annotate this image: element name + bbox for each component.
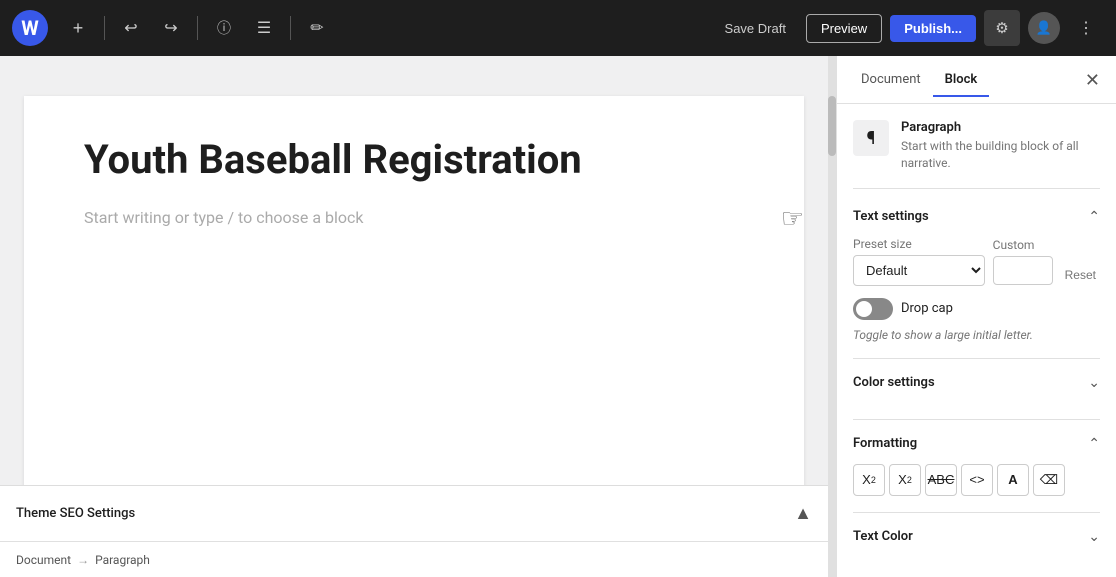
- preset-size-select[interactable]: Default Small Medium Large X-Large: [853, 255, 985, 286]
- color-settings-title: Color settings: [853, 375, 935, 390]
- preset-label: Preset size: [853, 237, 985, 251]
- gear-icon: ⚙: [995, 19, 1008, 37]
- formatting-header[interactable]: Formatting ⌃: [853, 436, 1100, 452]
- formatting-chevron: ⌃: [1088, 436, 1100, 452]
- drop-cap-hint: Toggle to show a large initial letter.: [853, 328, 1100, 342]
- format-buttons-row: X2 X2 ABC <> A ⌫: [853, 464, 1100, 496]
- info-button[interactable]: ⓘ: [206, 10, 242, 46]
- breadcrumb-arrow: →: [77, 553, 89, 567]
- text-color-inline-btn[interactable]: A: [997, 464, 1029, 496]
- block-info-text: Paragraph Start with the building block …: [901, 120, 1100, 172]
- text-settings-section: Text settings ⌃ Preset size Default Smal…: [853, 209, 1100, 359]
- text-color-header[interactable]: Text Color ⌄: [853, 529, 1100, 545]
- settings-button[interactable]: ⚙: [984, 10, 1020, 46]
- breadcrumb-document[interactable]: Document: [16, 553, 71, 567]
- preset-col: Preset size Default Small Medium Large X…: [853, 237, 985, 286]
- toolbar-left: W + ↩ ↪ ⓘ ☰ ✏: [12, 10, 713, 46]
- formatting-title: Formatting: [853, 436, 917, 451]
- list-icon: ☰: [257, 18, 271, 38]
- bottom-bar: Theme SEO Settings ▲: [0, 485, 828, 541]
- toolbar-divider-2: [197, 16, 198, 40]
- custom-size-label: Custom: [993, 238, 1053, 252]
- add-icon: +: [73, 18, 84, 39]
- sidebar-close-button[interactable]: ✕: [1081, 67, 1104, 93]
- reset-size-button[interactable]: Reset: [1061, 264, 1100, 286]
- drop-cap-toggle[interactable]: [853, 298, 893, 320]
- block-description: Start with the building block of all nar…: [901, 138, 1100, 172]
- tab-document[interactable]: Document: [849, 64, 933, 97]
- toolbar: W + ↩ ↪ ⓘ ☰ ✏ Save Draft Preview Publish…: [0, 0, 1116, 56]
- editor-scrollbar[interactable]: [828, 56, 836, 577]
- drop-cap-label: Drop cap: [901, 301, 953, 316]
- post-title[interactable]: Youth Baseball Registration: [84, 136, 744, 184]
- seo-collapse-button[interactable]: ▲: [794, 503, 812, 524]
- sidebar-tabs: Document Block ✕: [837, 56, 1116, 104]
- save-draft-button[interactable]: Save Draft: [713, 15, 798, 42]
- inline-code-btn[interactable]: <>: [961, 464, 993, 496]
- placeholder-text: Start writing or type / to choose a bloc…: [84, 208, 364, 227]
- color-settings-header[interactable]: Color settings ⌄: [853, 375, 1100, 391]
- scrollbar-thumb[interactable]: [828, 96, 836, 156]
- breadcrumb-bar: Document → Paragraph: [0, 541, 828, 577]
- undo-icon: ↩: [124, 18, 137, 38]
- list-view-button[interactable]: ☰: [246, 10, 282, 46]
- text-settings-chevron: ⌃: [1088, 209, 1100, 225]
- right-sidebar: Document Block ✕ ¶ Paragraph Start with …: [836, 56, 1116, 577]
- color-settings-chevron: ⌄: [1088, 375, 1100, 391]
- add-block-button[interactable]: +: [60, 10, 96, 46]
- main-area: Youth Baseball Registration Start writin…: [0, 56, 1116, 577]
- tools-button[interactable]: ✏: [299, 10, 335, 46]
- custom-col: Custom: [993, 238, 1053, 285]
- redo-button[interactable]: ↪: [153, 10, 189, 46]
- toolbar-right: Save Draft Preview Publish... ⚙ 👤 ⋮: [713, 10, 1104, 46]
- tab-block[interactable]: Block: [933, 64, 990, 97]
- undo-button[interactable]: ↩: [113, 10, 149, 46]
- preview-button[interactable]: Preview: [806, 14, 882, 43]
- editor-content[interactable]: Youth Baseball Registration Start writin…: [24, 96, 804, 485]
- avatar-icon: 👤: [1036, 20, 1052, 36]
- block-title: Paragraph: [901, 120, 1100, 135]
- editor-scroll[interactable]: Youth Baseball Registration Start writin…: [0, 56, 828, 485]
- redo-icon: ↪: [164, 18, 177, 38]
- preset-size-row: Preset size Default Small Medium Large X…: [853, 237, 1100, 286]
- bottom-bar-right: ▲: [794, 503, 812, 524]
- clear-formatting-btn[interactable]: ⌫: [1033, 464, 1065, 496]
- formatting-section: Formatting ⌃ X2 X2 ABC <> A ⌫: [853, 436, 1100, 513]
- publish-button[interactable]: Publish...: [890, 15, 976, 42]
- text-color-chevron: ⌄: [1088, 529, 1100, 545]
- toolbar-divider-3: [290, 16, 291, 40]
- cursor-icon: ☞: [781, 204, 804, 234]
- breadcrumb-paragraph[interactable]: Paragraph: [95, 553, 150, 567]
- color-settings-section: Color settings ⌄: [853, 375, 1100, 420]
- seo-settings-label: Theme SEO Settings: [16, 506, 135, 521]
- editor-area: Youth Baseball Registration Start writin…: [0, 56, 828, 577]
- editor-block-placeholder[interactable]: Start writing or type / to choose a bloc…: [84, 208, 744, 227]
- text-settings-header[interactable]: Text settings ⌃: [853, 209, 1100, 225]
- drop-cap-row: Drop cap: [853, 298, 1100, 320]
- more-options-button[interactable]: ⋮: [1068, 10, 1104, 46]
- sidebar-body: ¶ Paragraph Start with the building bloc…: [837, 104, 1116, 577]
- strikethrough-btn[interactable]: ABC: [925, 464, 957, 496]
- pencil-icon: ✏: [310, 18, 323, 38]
- custom-size-input[interactable]: [993, 256, 1053, 285]
- seo-section[interactable]: Theme SEO Settings: [16, 506, 135, 521]
- text-settings-title: Text settings: [853, 209, 929, 224]
- paragraph-block-icon: ¶: [853, 120, 889, 156]
- avatar-button[interactable]: 👤: [1028, 12, 1060, 44]
- text-color-title: Text Color: [853, 529, 913, 544]
- info-icon: ⓘ: [217, 18, 231, 38]
- text-color-section: Text Color ⌄: [853, 529, 1100, 545]
- toolbar-divider-1: [104, 16, 105, 40]
- superscript-btn[interactable]: X2: [853, 464, 885, 496]
- wp-logo[interactable]: W: [12, 10, 48, 46]
- subscript-btn[interactable]: X2: [889, 464, 921, 496]
- block-info: ¶ Paragraph Start with the building bloc…: [853, 120, 1100, 189]
- more-icon: ⋮: [1078, 18, 1094, 38]
